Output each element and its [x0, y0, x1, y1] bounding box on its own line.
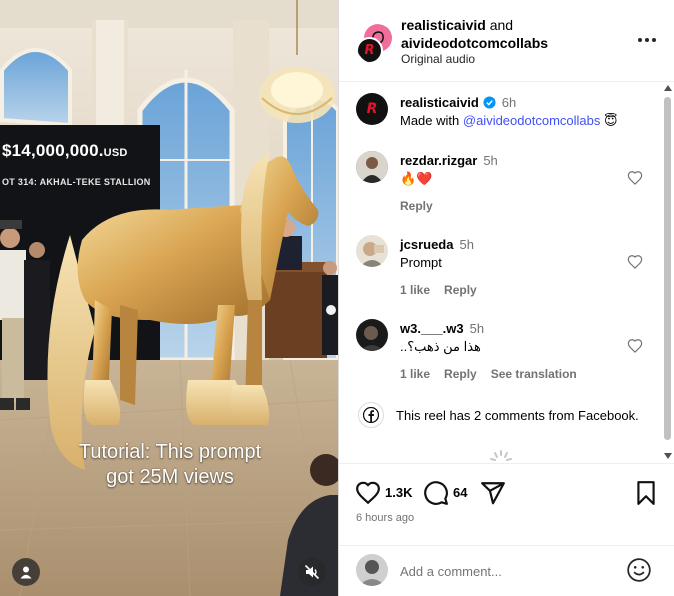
comment-time: 5h	[483, 153, 498, 168]
header-and-text: and	[489, 17, 514, 33]
collab-usernames: realisticaivid and aivideodotcomcollabs	[401, 16, 548, 52]
comment-text: 🔥❤️	[400, 171, 433, 186]
share-paper-plane-icon[interactable]	[480, 480, 506, 506]
comments-scrollbar[interactable]	[661, 83, 674, 463]
post-header: R realisticaivid and aivideodotcomcollab…	[339, 0, 674, 82]
profile-photo	[356, 235, 388, 267]
comment-time: 5h	[459, 237, 474, 252]
comment-text: Prompt	[400, 255, 442, 270]
comments-list[interactable]: R realisticaivid 6h Made with @aivideodot…	[339, 83, 674, 463]
like-heart-icon[interactable]	[355, 480, 381, 506]
comment-item: w3.___.w3 5h هذا من ذهب؟.. 1 like Reply See…	[339, 319, 674, 389]
caption-mention-link[interactable]: @aivideodotcomcollabs	[463, 113, 601, 128]
mute-button[interactable]	[298, 558, 326, 586]
like-comment-heart-icon[interactable]	[627, 338, 643, 354]
reel-video[interactable]: $14,000,000.USD OT 314: AKHAL-TEKE STALL…	[0, 0, 338, 596]
collab-avatar-primary: R	[356, 37, 383, 64]
comment-username[interactable]: rezdar.rizgar	[400, 153, 477, 168]
scrollbar-thumb[interactable]	[664, 97, 671, 440]
post-timestamp[interactable]: 6 hours ago	[356, 512, 414, 524]
save-bookmark-icon[interactable]	[633, 480, 659, 506]
caption-username[interactable]: realisticaivid	[400, 95, 479, 110]
facebook-icon	[358, 402, 384, 428]
caption-text: Made with @aivideodotcomcollabs 😇	[400, 113, 618, 129]
commenter-avatar[interactable]	[356, 235, 388, 267]
collab-avatar-stack[interactable]: R	[356, 24, 396, 64]
add-comment-input[interactable]	[400, 561, 620, 581]
brand-logo-letter: R	[366, 101, 378, 117]
caption-author-avatar[interactable]: R	[356, 93, 388, 125]
scroll-up-arrow-icon[interactable]	[664, 85, 672, 91]
header-username-2[interactable]: aivideodotcomcollabs	[401, 34, 548, 52]
comment-count[interactable]: 64	[453, 485, 467, 500]
tagged-users-button[interactable]	[12, 558, 40, 586]
comment-like-count[interactable]: 1 like	[400, 283, 430, 297]
see-translation-button[interactable]: See translation	[491, 367, 577, 381]
video-caption-line-2: got 25M views	[106, 466, 234, 488]
caption-text-prefix: Made with	[400, 113, 460, 128]
like-count[interactable]: 1.3K	[385, 485, 412, 500]
emoji-picker-icon[interactable]	[626, 557, 652, 583]
comment-text: هذا من ذهب؟..	[400, 339, 481, 354]
commenter-avatar[interactable]	[356, 319, 388, 351]
like-comment-heart-icon[interactable]	[627, 254, 643, 270]
video-frame-illustration	[0, 0, 338, 596]
original-audio-link[interactable]: Original audio	[401, 52, 475, 66]
reply-button[interactable]: Reply	[444, 283, 477, 297]
dot-icon	[645, 38, 649, 42]
verified-badge-icon	[483, 96, 496, 109]
auction-lot-text: OT 314: AKHAL-TEKE STALLION	[2, 177, 151, 187]
comment-username[interactable]: w3.___.w3	[400, 321, 464, 336]
reply-button[interactable]: Reply	[400, 199, 433, 213]
profile-photo	[356, 151, 388, 183]
comment-bubble-icon[interactable]	[423, 480, 449, 506]
speaker-muted-icon	[304, 564, 320, 580]
like-comment-heart-icon[interactable]	[627, 170, 643, 186]
price-amount: $14,000,000.	[2, 141, 104, 160]
post-actions-bar: 1.3K 64 6 hours ago	[339, 463, 674, 545]
add-comment-bar	[339, 545, 674, 596]
comment-time: 5h	[469, 321, 485, 336]
facebook-comments-note[interactable]: This reel has 2 comments from Facebook.	[339, 399, 674, 433]
caption-emoji: 😇	[604, 113, 618, 128]
person-icon	[20, 566, 32, 579]
profile-photo	[356, 319, 388, 351]
scroll-down-arrow-icon[interactable]	[664, 453, 672, 459]
reply-button[interactable]: Reply	[444, 367, 477, 381]
price-currency: USD	[103, 147, 128, 159]
post-panel: R realisticaivid and aivideodotcomcollab…	[338, 0, 674, 596]
comment-username[interactable]: jcsrueda	[400, 237, 453, 252]
brand-logo-letter: R	[364, 43, 375, 58]
post-caption: R realisticaivid 6h Made with @aivideodot…	[339, 93, 674, 137]
caption-time: 6h	[501, 95, 517, 110]
comment-like-count[interactable]: 1 like	[400, 367, 430, 381]
facebook-note-text: This reel has 2 comments from Facebook.	[396, 408, 639, 423]
current-user-avatar[interactable]	[356, 554, 388, 586]
header-username-1[interactable]: realisticaivid	[401, 17, 486, 33]
dot-icon	[638, 38, 642, 42]
comment-item: rezdar.rizgar 5h 🔥❤️ Reply	[339, 151, 674, 221]
video-caption-line-1: Tutorial: This prompt	[78, 441, 262, 463]
profile-photo	[356, 554, 388, 586]
more-options-button[interactable]	[637, 30, 657, 50]
commenter-avatar[interactable]	[356, 151, 388, 183]
comment-item: jcsrueda 5h Prompt 1 like Reply	[339, 235, 674, 305]
auction-price-text: $14,000,000.USD	[2, 141, 128, 161]
loading-spinner-icon	[490, 450, 512, 461]
caption-author-line: realisticaivid 6h	[400, 95, 516, 110]
dot-icon	[652, 38, 656, 42]
